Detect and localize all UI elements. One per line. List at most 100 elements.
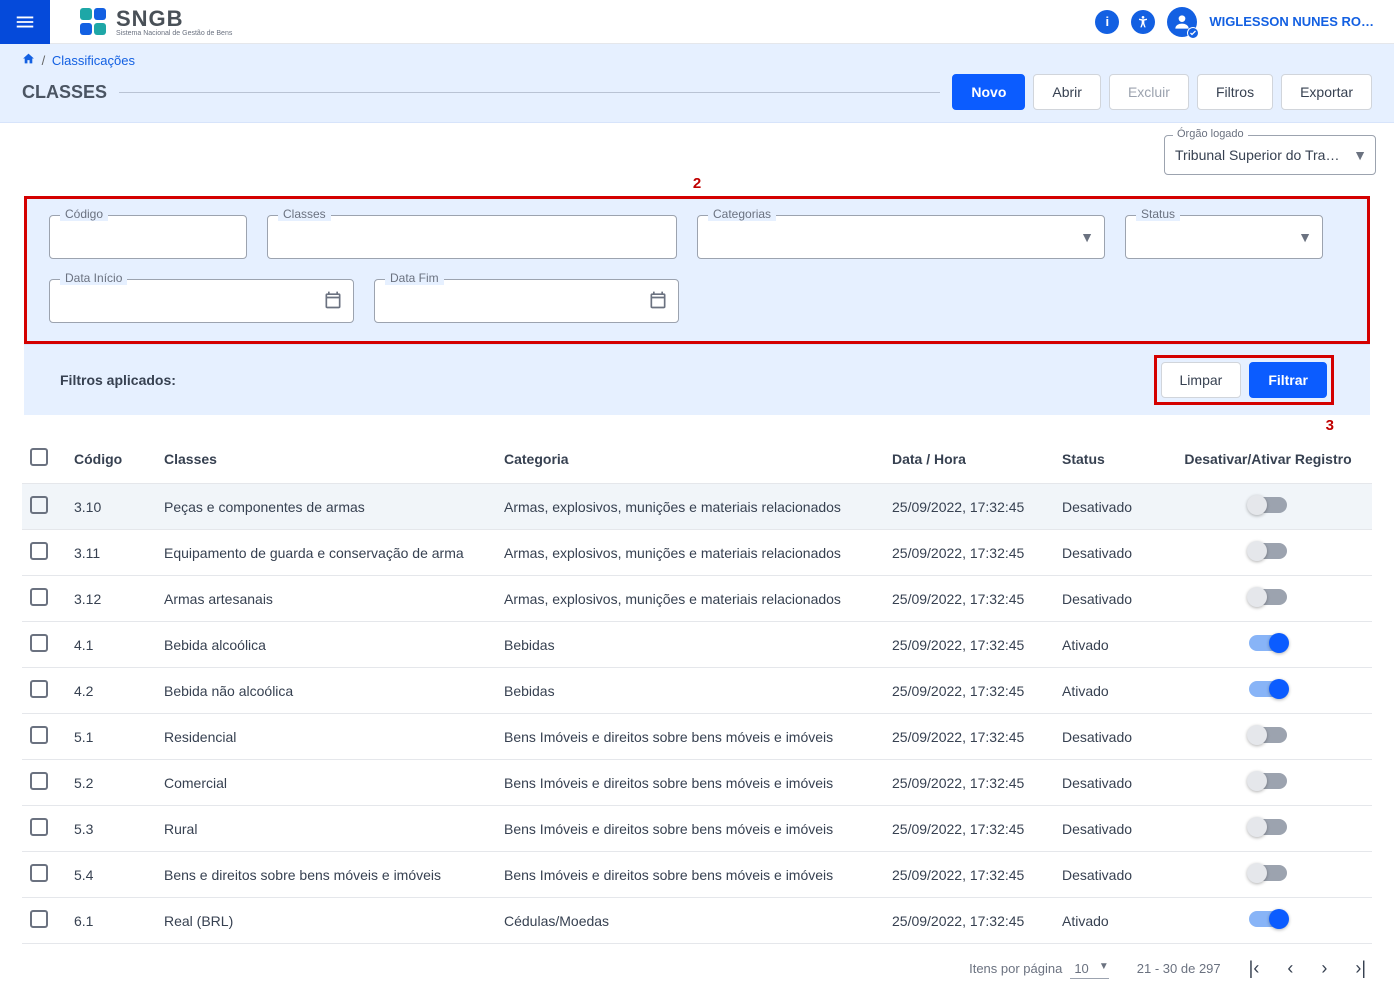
chevron-down-icon: ▼ [1298, 229, 1312, 245]
table-row[interactable]: 4.2Bebida não alcoólicaBebidas25/09/2022… [22, 668, 1372, 714]
row-checkbox[interactable] [30, 818, 48, 836]
cell-classe: Real (BRL) [156, 898, 496, 944]
breadcrumb-link[interactable]: Classificações [52, 53, 135, 68]
exportar-button[interactable]: Exportar [1281, 74, 1372, 110]
cell-status: Ativado [1054, 668, 1164, 714]
chevron-down-icon: ▼ [1099, 961, 1109, 972]
row-checkbox[interactable] [30, 726, 48, 744]
cell-data: 25/09/2022, 17:32:45 [884, 576, 1054, 622]
toggle-switch[interactable] [1249, 497, 1287, 513]
filter-classes[interactable]: Classes [267, 215, 677, 259]
next-page-icon[interactable]: › [1321, 958, 1327, 979]
table-row[interactable]: 5.4Bens e direitos sobre bens móveis e i… [22, 852, 1372, 898]
calendar-icon[interactable] [648, 290, 668, 313]
limpar-button[interactable]: Limpar [1161, 362, 1242, 398]
cell-classe: Bens e direitos sobre bens móveis e imóv… [156, 852, 496, 898]
cell-codigo: 5.1 [66, 714, 156, 760]
row-checkbox[interactable] [30, 910, 48, 928]
cell-categoria: Armas, explosivos, munições e materiais … [496, 576, 884, 622]
cell-classe: Residencial [156, 714, 496, 760]
cell-data: 25/09/2022, 17:32:45 [884, 760, 1054, 806]
table-row[interactable]: 4.1Bebida alcoólicaBebidas25/09/2022, 17… [22, 622, 1372, 668]
filtros-button[interactable]: Filtros [1197, 74, 1273, 110]
logo-subtitle: Sistema Nacional de Gestão de Bens [116, 30, 232, 37]
col-status: Status [1054, 436, 1164, 484]
row-checkbox[interactable] [30, 588, 48, 606]
cell-status: Desativado [1054, 760, 1164, 806]
toggle-switch[interactable] [1249, 911, 1287, 927]
table-row[interactable]: 5.2ComercialBens Imóveis e direitos sobr… [22, 760, 1372, 806]
table-row[interactable]: 3.11Equipamento de guarda e conservação … [22, 530, 1372, 576]
select-all-checkbox[interactable] [30, 448, 48, 466]
avatar-icon[interactable] [1167, 7, 1197, 37]
logo-mark-icon [80, 8, 108, 36]
accessibility-icon[interactable] [1131, 10, 1155, 34]
codigo-input[interactable] [60, 229, 236, 245]
filter-codigo[interactable]: Código [49, 215, 247, 259]
data-fim-input[interactable] [385, 293, 648, 309]
data-inicio-input[interactable] [60, 293, 323, 309]
toggle-switch[interactable] [1249, 727, 1287, 743]
filter-categorias[interactable]: Categorias ▼ [697, 215, 1105, 259]
cell-categoria: Bens Imóveis e direitos sobre bens móvei… [496, 714, 884, 760]
info-icon[interactable]: i [1095, 10, 1119, 34]
home-icon[interactable] [22, 53, 39, 68]
applied-label: Filtros aplicados: [60, 372, 176, 388]
username[interactable]: WIGLESSON NUNES RO… [1209, 14, 1374, 29]
filter-data-fim[interactable]: Data Fim [374, 279, 679, 323]
toggle-switch[interactable] [1249, 543, 1287, 559]
classes-input[interactable] [278, 229, 666, 245]
excluir-button: Excluir [1109, 74, 1189, 110]
toggle-switch[interactable] [1249, 865, 1287, 881]
status-input[interactable] [1136, 229, 1298, 245]
cell-data: 25/09/2022, 17:32:45 [884, 898, 1054, 944]
filter-data-inicio[interactable]: Data Início [49, 279, 354, 323]
table-row[interactable]: 5.1ResidencialBens Imóveis e direitos so… [22, 714, 1372, 760]
toggle-switch[interactable] [1249, 773, 1287, 789]
row-checkbox[interactable] [30, 542, 48, 560]
last-page-icon[interactable]: ›| [1355, 958, 1366, 979]
toggle-switch[interactable] [1249, 819, 1287, 835]
orgao-select[interactable]: Órgão logado Tribunal Superior do Tra… ▼ [1164, 135, 1376, 175]
cell-classe: Comercial [156, 760, 496, 806]
cell-categoria: Cédulas/Moedas [496, 898, 884, 944]
cell-categoria: Bebidas [496, 622, 884, 668]
toggle-switch[interactable] [1249, 681, 1287, 697]
table-row[interactable]: 5.3RuralBens Imóveis e direitos sobre be… [22, 806, 1372, 852]
row-checkbox[interactable] [30, 772, 48, 790]
filter-panel: Código Classes Categorias ▼ Status ▼ Dat… [24, 196, 1370, 344]
cell-categoria: Armas, explosivos, munições e materiais … [496, 484, 884, 530]
table-row[interactable]: 6.1Real (BRL)Cédulas/Moedas25/09/2022, 1… [22, 898, 1372, 944]
subheader: / Classificações CLASSES Novo Abrir Excl… [0, 44, 1394, 123]
logo-text: SNGB [116, 6, 184, 31]
orgao-value: Tribunal Superior do Tra… [1175, 147, 1339, 163]
row-checkbox[interactable] [30, 496, 48, 514]
cell-status: Desativado [1054, 484, 1164, 530]
novo-button[interactable]: Novo [952, 74, 1025, 110]
table-row[interactable]: 3.12Armas artesanaisArmas, explosivos, m… [22, 576, 1372, 622]
prev-page-icon[interactable]: ‹ [1287, 958, 1293, 979]
table-row[interactable]: 3.10Peças e componentes de armasArmas, e… [22, 484, 1372, 530]
cell-classe: Bebida não alcoólica [156, 668, 496, 714]
first-page-icon[interactable]: |‹ [1249, 958, 1260, 979]
ipp-select[interactable]: 10 ▼ [1070, 959, 1108, 979]
abrir-button[interactable]: Abrir [1033, 74, 1101, 110]
categorias-input[interactable] [708, 229, 1080, 245]
cell-codigo: 3.12 [66, 576, 156, 622]
toggle-switch[interactable] [1249, 589, 1287, 605]
orgao-label: Órgão logado [1173, 128, 1248, 140]
filter-status[interactable]: Status ▼ [1125, 215, 1323, 259]
cell-classe: Armas artesanais [156, 576, 496, 622]
calendar-icon[interactable] [323, 290, 343, 313]
filtrar-button[interactable]: Filtrar [1249, 362, 1327, 398]
cell-status: Ativado [1054, 622, 1164, 668]
menu-button[interactable] [0, 0, 50, 44]
cell-data: 25/09/2022, 17:32:45 [884, 806, 1054, 852]
col-classes: Classes [156, 436, 496, 484]
cell-classe: Rural [156, 806, 496, 852]
row-checkbox[interactable] [30, 680, 48, 698]
toggle-switch[interactable] [1249, 635, 1287, 651]
row-checkbox[interactable] [30, 864, 48, 882]
row-checkbox[interactable] [30, 634, 48, 652]
cell-codigo: 5.4 [66, 852, 156, 898]
